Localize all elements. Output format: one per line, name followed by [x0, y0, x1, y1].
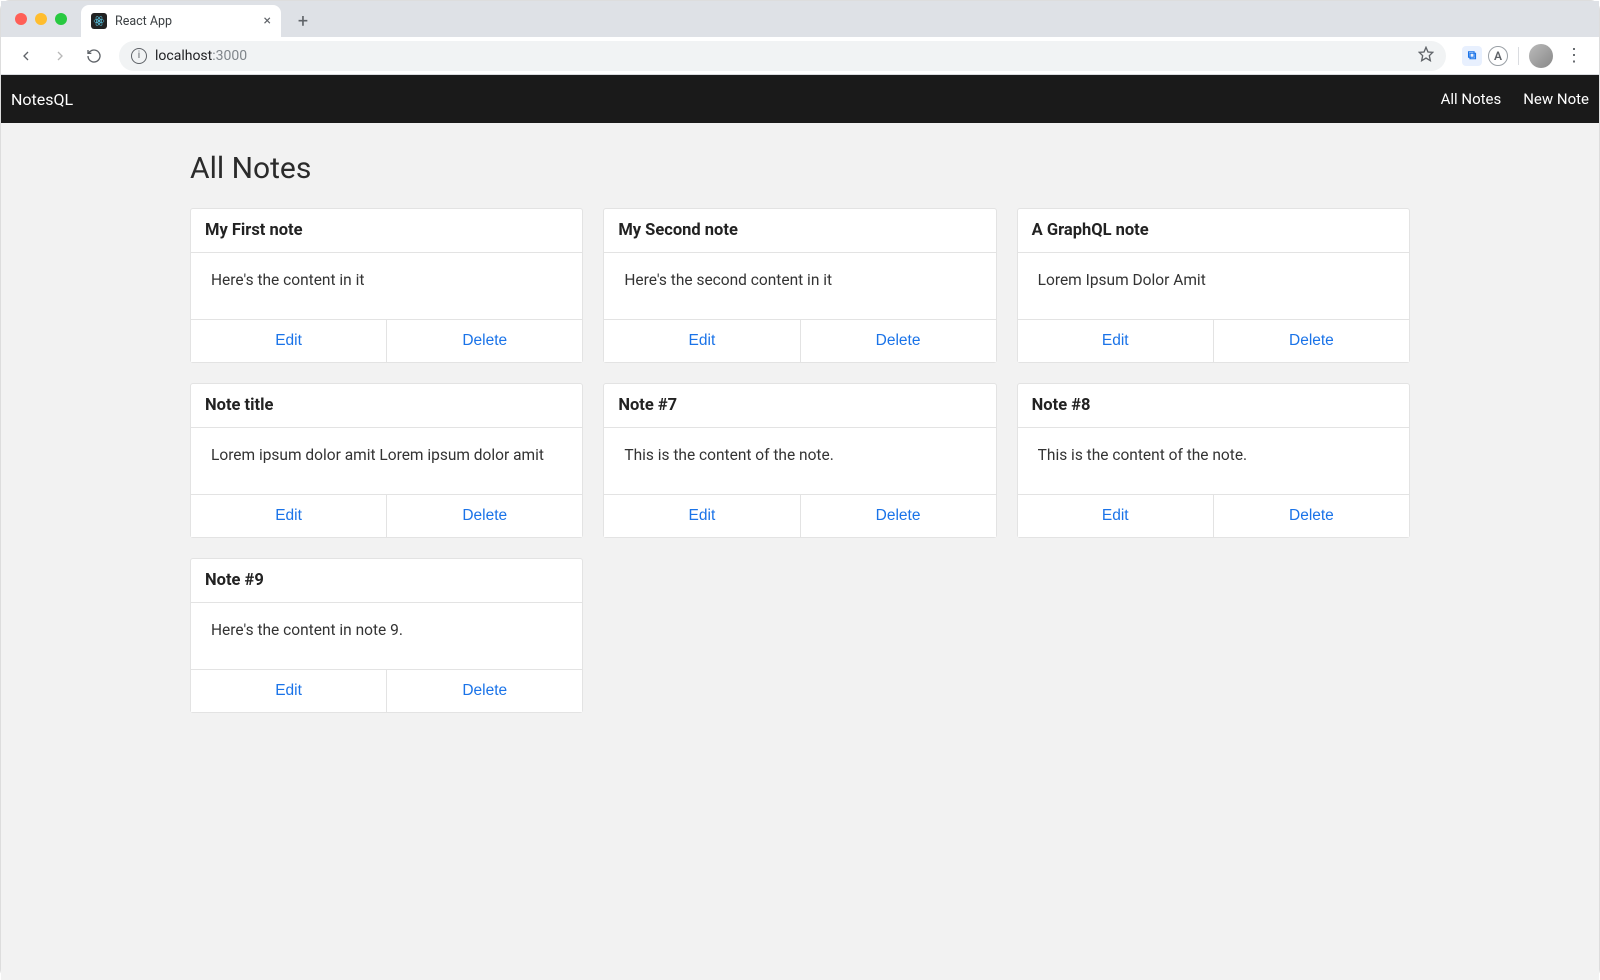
note-card: Note #8This is the content of the note.E… [1017, 383, 1410, 538]
note-content: This is the content of the note. [1018, 428, 1409, 494]
browser-tab-title: React App [115, 14, 172, 29]
extension-icon[interactable]: A [1488, 46, 1508, 66]
profile-avatar-icon[interactable] [1529, 44, 1553, 68]
delete-button[interactable]: Delete [800, 495, 996, 537]
note-title: Note #7 [604, 384, 995, 428]
window-close-icon[interactable] [15, 13, 27, 25]
new-tab-button[interactable]: + [289, 7, 317, 35]
note-title: My Second note [604, 209, 995, 253]
delete-button[interactable]: Delete [800, 320, 996, 362]
notes-grid: My First noteHere's the content in itEdi… [190, 208, 1410, 713]
note-actions: EditDelete [604, 319, 995, 362]
browser-reload-button[interactable] [79, 41, 109, 71]
browser-tab[interactable]: React App × [81, 5, 281, 37]
note-title: Note title [191, 384, 582, 428]
url-host: localhost [155, 48, 212, 64]
note-content: Lorem Ipsum Dolor Amit [1018, 253, 1409, 319]
window-minimize-icon[interactable] [35, 13, 47, 25]
window-controls [15, 13, 67, 25]
delete-button[interactable]: Delete [1213, 495, 1409, 537]
note-content: Here's the second content in it [604, 253, 995, 319]
edit-button[interactable]: Edit [604, 320, 799, 362]
browser-tab-strip: React App × + [1, 1, 1599, 37]
edit-button[interactable]: Edit [1018, 320, 1213, 362]
note-title: Note #8 [1018, 384, 1409, 428]
edit-button[interactable]: Edit [191, 320, 386, 362]
url-port: :3000 [212, 48, 247, 64]
delete-button[interactable]: Delete [386, 670, 582, 712]
delete-button[interactable]: Delete [386, 320, 582, 362]
edit-button[interactable]: Edit [191, 670, 386, 712]
note-content: Lorem ipsum dolor amit Lorem ipsum dolor… [191, 428, 582, 494]
browser-back-button[interactable] [11, 41, 41, 71]
note-card: Note titleLorem ipsum dolor amit Lorem i… [190, 383, 583, 538]
note-actions: EditDelete [604, 494, 995, 537]
nav-link-new-note[interactable]: New Note [1523, 90, 1589, 108]
page-title: All Notes [190, 151, 1410, 186]
note-content: This is the content of the note. [604, 428, 995, 494]
main-container: All Notes My First noteHere's the conten… [180, 123, 1420, 753]
note-title: Note #9 [191, 559, 582, 603]
extension-icon[interactable]: ⧉ [1462, 46, 1482, 66]
browser-menu-icon[interactable]: ⋮ [1559, 45, 1589, 66]
edit-button[interactable]: Edit [604, 495, 799, 537]
browser-toolbar: i localhost:3000 ⧉ A ⋮ [1, 37, 1599, 75]
app-viewport: NotesQL All Notes New Note All Notes My … [1, 75, 1599, 980]
site-info-icon[interactable]: i [131, 48, 147, 64]
edit-button[interactable]: Edit [191, 495, 386, 537]
note-card: A GraphQL noteLorem Ipsum Dolor AmitEdit… [1017, 208, 1410, 363]
delete-button[interactable]: Delete [386, 495, 582, 537]
note-card: Note #9Here's the content in note 9.Edit… [190, 558, 583, 713]
browser-address-bar[interactable]: i localhost:3000 [119, 41, 1446, 71]
browser-forward-button[interactable] [45, 41, 75, 71]
note-content: Here's the content in it [191, 253, 582, 319]
note-card: My Second noteHere's the second content … [603, 208, 996, 363]
nav-links: All Notes New Note [1441, 90, 1589, 108]
app-navbar: NotesQL All Notes New Note [1, 75, 1599, 123]
note-actions: EditDelete [1018, 319, 1409, 362]
note-actions: EditDelete [191, 669, 582, 712]
bookmark-star-icon[interactable] [1418, 46, 1434, 66]
separator [1518, 47, 1519, 65]
note-title: My First note [191, 209, 582, 253]
nav-link-all-notes[interactable]: All Notes [1441, 90, 1502, 108]
react-favicon-icon [91, 13, 107, 29]
edit-button[interactable]: Edit [1018, 495, 1213, 537]
note-card: My First noteHere's the content in itEdi… [190, 208, 583, 363]
note-actions: EditDelete [191, 319, 582, 362]
note-title: A GraphQL note [1018, 209, 1409, 253]
note-card: Note #7This is the content of the note.E… [603, 383, 996, 538]
note-actions: EditDelete [191, 494, 582, 537]
note-content: Here's the content in note 9. [191, 603, 582, 669]
brand[interactable]: NotesQL [11, 90, 73, 109]
browser-extensions: ⧉ A ⋮ [1456, 44, 1589, 68]
note-actions: EditDelete [1018, 494, 1409, 537]
tab-close-icon[interactable]: × [264, 13, 271, 29]
delete-button[interactable]: Delete [1213, 320, 1409, 362]
window-maximize-icon[interactable] [55, 13, 67, 25]
